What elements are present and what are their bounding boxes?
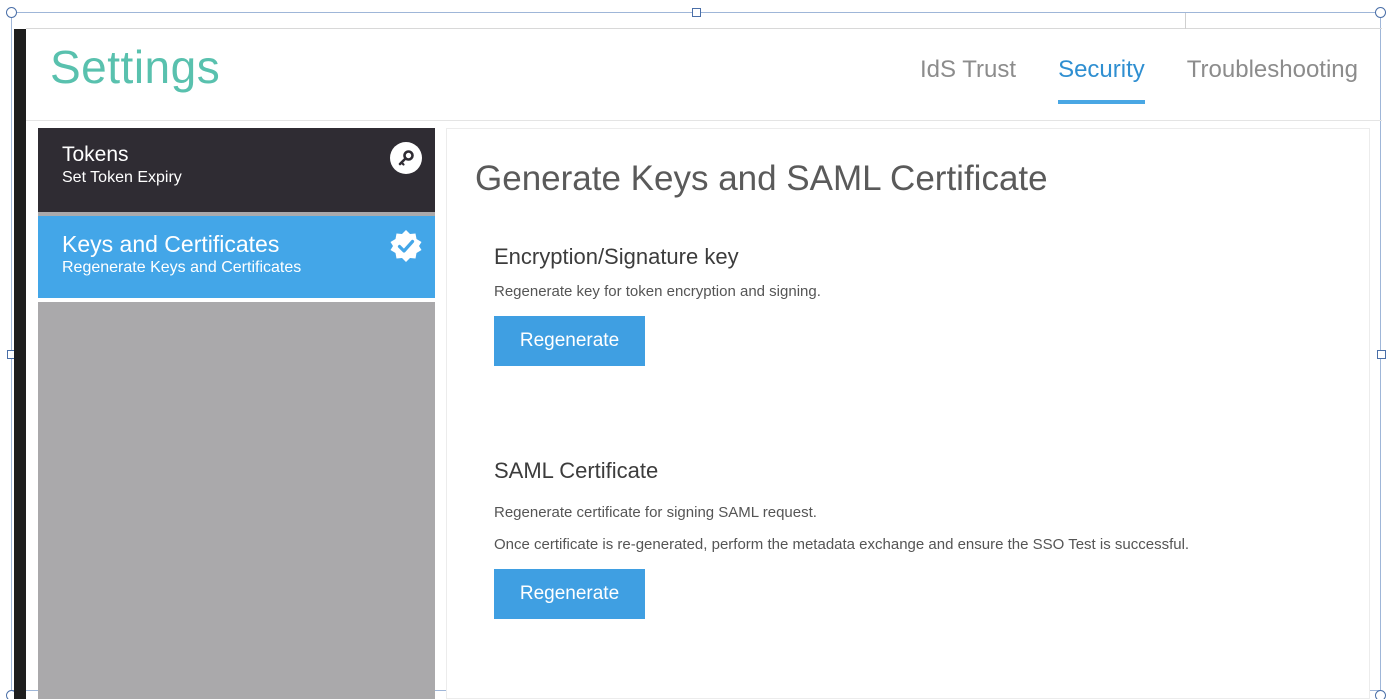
sidebar: Tokens Set Token Expiry Keys and Certifi… <box>38 128 435 699</box>
key-icon <box>390 142 422 174</box>
tab-security[interactable]: Security <box>1058 56 1145 105</box>
panel-title: Generate Keys and SAML Certificate <box>475 159 1048 198</box>
regenerate-key-button[interactable]: Regenerate <box>494 316 645 367</box>
sidebar-item-keys-and-certificates[interactable]: Keys and Certificates Regenerate Keys an… <box>38 216 435 302</box>
encryption-key-section: Encryption/Signature key Regenerate key … <box>494 244 1314 367</box>
page-title: Settings <box>50 41 221 93</box>
sidebar-item-tokens[interactable]: Tokens Set Token Expiry <box>38 128 435 212</box>
saml-certificate-section: SAML Certificate Regenerate certificate … <box>494 458 1314 620</box>
header-divider <box>26 120 1382 121</box>
verified-badge-icon <box>390 230 422 262</box>
section-title: SAML Certificate <box>494 458 659 483</box>
resize-handle-bottom-right[interactable] <box>1375 690 1386 699</box>
main-panel: Generate Keys and SAML Certificate Encry… <box>446 128 1370 699</box>
regenerate-certificate-button[interactable]: Regenerate <box>494 569 645 620</box>
resize-handle-top-left[interactable] <box>6 7 17 18</box>
section-title: Encryption/Signature key <box>494 244 739 269</box>
sidebar-item-title: Keys and Certificates <box>62 231 280 257</box>
tab-bar: IdS Trust Security Troubleshooting <box>920 56 1358 105</box>
section-description-line-1: Regenerate certificate for signing SAML … <box>494 504 817 522</box>
tab-troubleshooting[interactable]: Troubleshooting <box>1187 56 1358 104</box>
window-top-border <box>26 28 1382 29</box>
section-description-line-2: Once certificate is re-generated, perfor… <box>494 536 1190 554</box>
sidebar-item-subtitle: Set Token Expiry <box>62 169 182 187</box>
sidebar-item-title: Tokens <box>62 143 129 166</box>
tab-ids-trust[interactable]: IdS Trust <box>920 56 1016 104</box>
resize-handle-top-right[interactable] <box>1375 7 1386 18</box>
resize-handle-right[interactable] <box>1377 350 1386 359</box>
section-description: Regenerate key for token encryption and … <box>494 283 821 301</box>
screenshot-stage: Settings IdS Trust Security Troubleshoot… <box>0 0 1394 699</box>
window-top-notch <box>1185 13 1186 29</box>
resize-handle-top[interactable] <box>692 8 701 17</box>
sidebar-item-subtitle: Regenerate Keys and Certificates <box>62 259 302 277</box>
window-left-edge <box>14 29 26 699</box>
